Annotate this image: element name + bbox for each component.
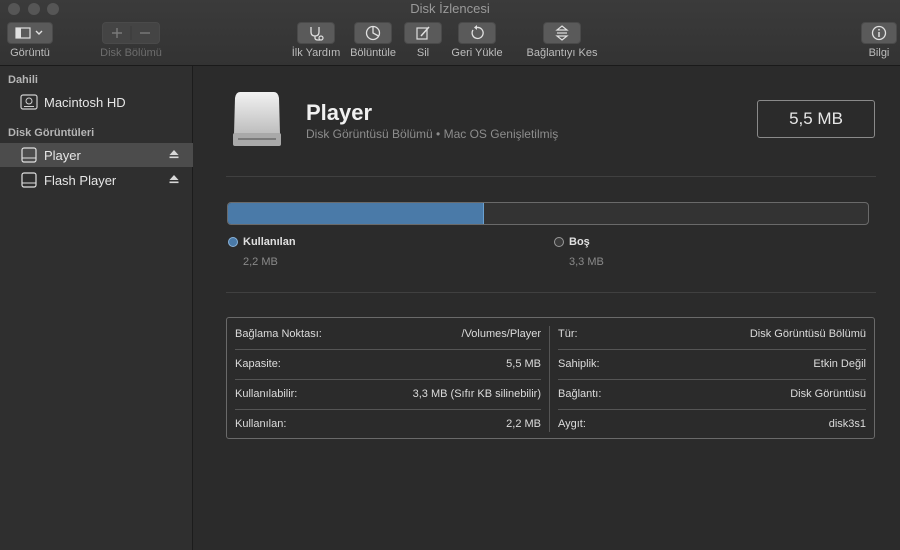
info-button[interactable]: Bilgi [860,22,898,59]
info-value: Etkin Değil [813,358,866,370]
info-row: Sahiplik: Etkin Değil [550,349,874,379]
restore-icon [471,25,484,40]
info-left-column: Bağlama Noktası: /Volumes/Player Kapasit… [227,318,549,438]
usage-bar-used [228,203,484,224]
volume-icon [21,172,37,188]
pie-chart-icon [365,25,381,41]
info-row: Bağlantı: Disk Görüntüsü [550,379,874,409]
info-row: Aygıt: disk3s1 [550,409,874,439]
info-row: Kullanılabilir: 3,3 MB (Sıfır KB silineb… [227,379,549,409]
info-value: /Volumes/Player [461,328,541,340]
first-aid-label: İlk Yardım [291,47,341,59]
free-legend-value: 3,3 MB [569,256,604,268]
main-panel: Player Disk Görüntüsü Bölümü • Mac OS Ge… [194,66,900,550]
view-button[interactable]: Görüntü [6,22,54,59]
partition-label: Disk Bölümü [100,47,162,59]
window-title: Disk İzlencesi [410,1,490,16]
used-legend-dot [228,237,238,247]
sidebar-item-label: Flash Player [44,172,117,188]
info-row: Tür: Disk Görüntüsü Bölümü [550,319,874,349]
free-legend-label: Boş [569,236,590,248]
info-key: Kullanılabilir: [235,388,298,400]
info-value: 3,3 MB (Sıfır KB silinebilir) [412,388,541,400]
info-key: Tür: [558,328,578,340]
eject-icon[interactable] [169,149,179,159]
unmount-label: Bağlantıyı Kes [526,47,598,59]
toolbar: Disk İzlencesi Görüntü Disk Bölümü İlk Y… [0,0,900,66]
info-value: disk3s1 [828,418,866,430]
unmount-button[interactable]: Bağlantıyı Kes [524,22,600,59]
sidebar: Dahili Macintosh HD Disk Görüntüleri Pla… [0,66,193,550]
info-table: Bağlama Noktası: /Volumes/Player Kapasit… [226,317,875,439]
erase-button[interactable]: Sil [403,22,443,59]
volume-icon [21,147,37,163]
info-value: Disk Görüntüsü Bölümü [749,328,866,340]
restore-button[interactable]: Geri Yükle [449,22,505,59]
view-label: Görüntü [10,47,50,59]
info-key: Kapasite: [235,358,281,370]
partition2-button[interactable]: Bölüntüle [347,22,399,59]
sidebar-item-label: Player [44,147,81,163]
info-key: Bağlantı: [558,388,602,400]
sidebar-icon [15,27,43,39]
divider [226,176,876,177]
usage-bar [227,202,869,225]
sidebar-item-macintosh-hd[interactable]: Macintosh HD [0,90,193,114]
restore-label: Geri Yükle [451,47,503,59]
sidebar-item-label: Macintosh HD [44,94,126,110]
volume-size-badge: 5,5 MB [757,100,875,138]
sidebar-item-flash-player[interactable]: Flash Player [0,168,193,192]
info-icon [871,25,887,41]
info-row: Kullanılan: 2,2 MB [227,409,549,439]
info-key: Aygıt: [558,418,586,430]
free-legend-dot [554,237,564,247]
stethoscope-icon [310,27,324,41]
hard-drive-icon [20,94,38,110]
eject-icon[interactable] [169,174,179,184]
info-value: 2,2 MB [506,418,541,430]
erase-icon [416,26,430,40]
unmount-icon [555,25,569,41]
info-key: Kullanılan: [235,418,287,430]
used-legend-label: Kullanılan [243,236,296,248]
info-row: Kapasite: 5,5 MB [227,349,549,379]
volume-name: Player [306,100,373,125]
volume-large-icon [233,92,281,146]
plus-minus-icon [112,26,150,40]
divider [226,292,876,293]
sidebar-header-disk-images: Disk Görüntüleri [8,127,95,139]
used-legend-value: 2,2 MB [243,256,278,268]
sidebar-header-internal: Dahili [8,74,38,86]
info-key: Bağlama Noktası: [235,328,322,340]
info-key: Sahiplik: [558,358,600,370]
info-value: Disk Görüntüsü [790,388,866,400]
info-value: 5,5 MB [506,358,541,370]
partition-button[interactable]: Disk Bölümü [98,22,164,59]
partition2-label: Bölüntüle [350,47,396,59]
volume-subtitle: Disk Görüntüsü Bölümü • Mac OS Genişleti… [306,127,559,141]
first-aid-button[interactable]: İlk Yardım [289,22,343,59]
info-right-column: Tür: Disk Görüntüsü Bölümü Sahiplik: Etk… [550,318,874,438]
sidebar-item-player[interactable]: Player [0,143,193,167]
erase-label: Sil [416,47,430,59]
info-row: Bağlama Noktası: /Volumes/Player [227,319,549,349]
info-label: Bilgi [868,47,890,59]
